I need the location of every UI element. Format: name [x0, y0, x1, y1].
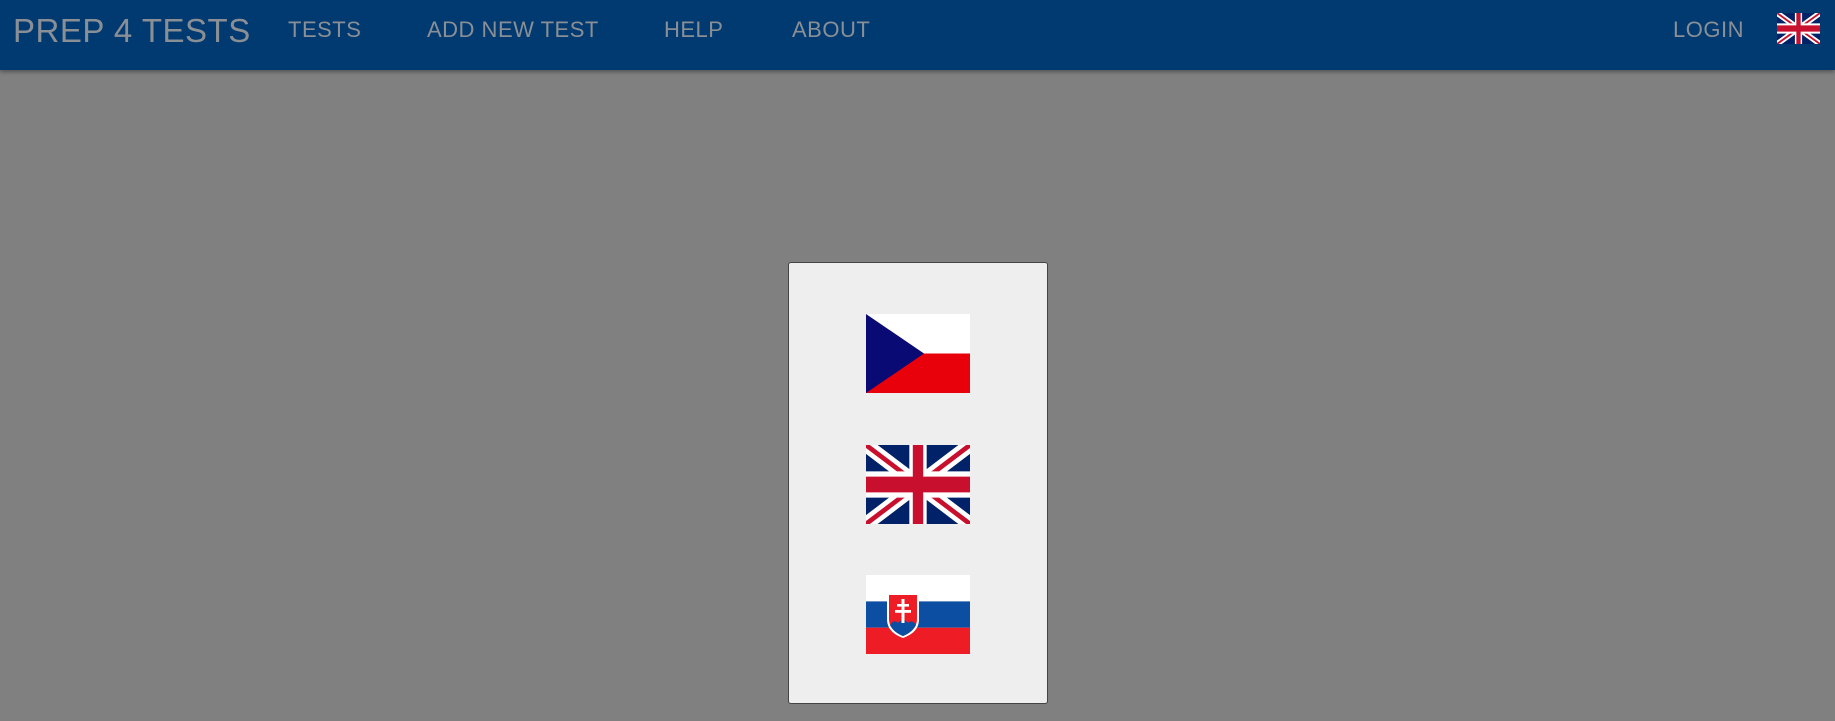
language-option-english[interactable]: [866, 445, 970, 524]
uk-flag-icon: [1777, 13, 1820, 44]
brand-logo[interactable]: PREP 4 TESTS: [13, 13, 251, 49]
language-option-slovak[interactable]: [866, 575, 970, 654]
slovak-flag-icon: [866, 575, 970, 654]
login-link[interactable]: LOGIN: [1673, 18, 1744, 42]
language-switcher[interactable]: [1777, 13, 1820, 44]
nav-tests-link[interactable]: TESTS: [288, 18, 361, 42]
language-option-czech[interactable]: [866, 314, 970, 393]
nav-help-link[interactable]: HELP: [664, 18, 723, 42]
czech-flag-icon: [866, 314, 970, 393]
nav-about-link[interactable]: ABOUT: [792, 18, 870, 42]
uk-flag-icon: [866, 445, 970, 524]
language-select-dialog: [788, 262, 1048, 704]
top-navbar: PREP 4 TESTS TESTS ADD NEW TEST HELP ABO…: [0, 0, 1835, 70]
nav-add-new-test-link[interactable]: ADD NEW TEST: [427, 18, 599, 42]
